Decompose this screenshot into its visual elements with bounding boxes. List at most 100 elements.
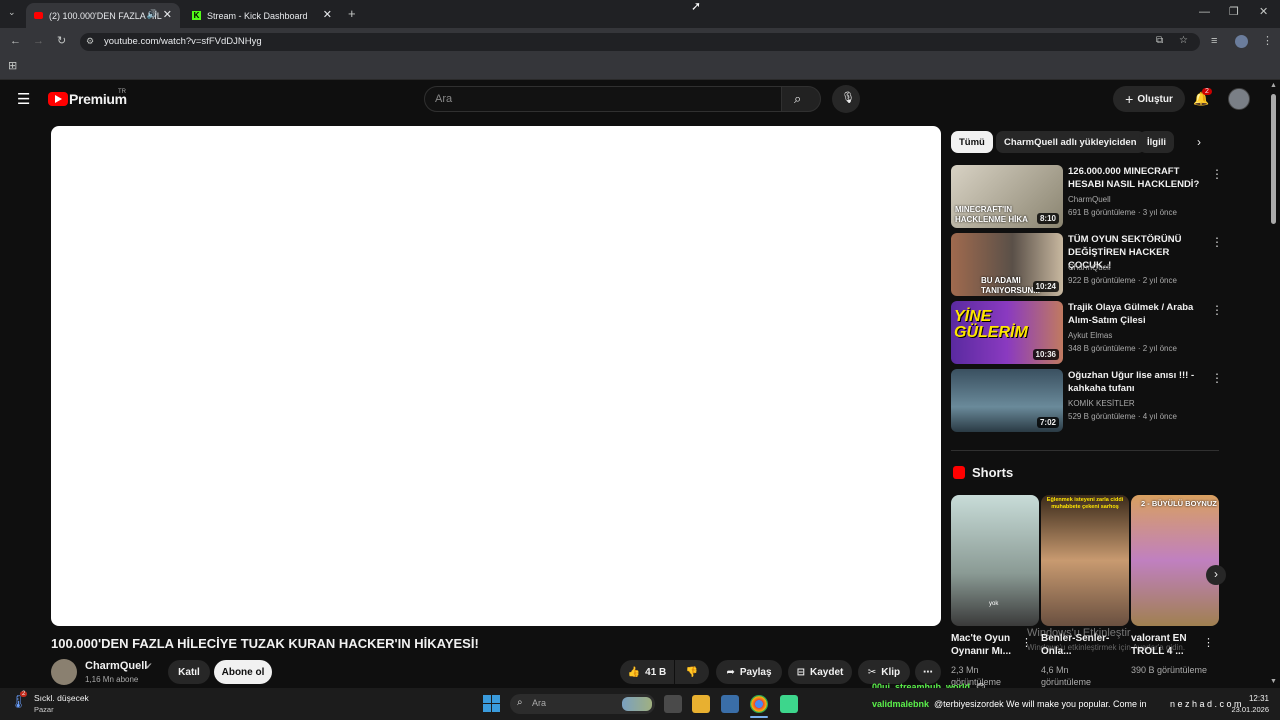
create-button[interactable]: + Oluştur [1113,86,1185,112]
video-title[interactable]: 126.000.000 MINECRAFT HESABI NASIL HACKL… [1068,165,1208,191]
create-label: Oluştur [1137,93,1173,105]
microphone-icon: 🎙 [841,92,855,104]
channel-avatar[interactable] [51,659,77,685]
notifications-button[interactable]: 🔔 2 [1193,88,1212,108]
start-button[interactable] [483,695,500,712]
youtube-logo[interactable]: Premium TR [48,89,198,109]
search-input[interactable]: Ara [424,86,782,112]
speaker-icon[interactable]: 🔊 [147,9,158,20]
voice-search-button[interactable]: 🎙 [832,85,860,113]
apps-grid-icon[interactable]: ⊞ [8,61,17,72]
more-vert-icon[interactable]: ⋮ [1211,303,1223,317]
video-player[interactable] [51,126,941,626]
maximize-icon[interactable]: ❐ [1229,7,1239,18]
forward-icon[interactable]: → [33,36,44,47]
subscribe-button[interactable]: Abone ol [214,660,272,684]
close-window-icon[interactable]: ✕ [1259,7,1268,18]
chip-label: CharmQuell adlı yükleyiciden [1004,136,1137,148]
tab-search-chevron-icon[interactable]: ⌄ [8,8,16,17]
video-title[interactable]: Trajik Olaya Gülmek / Araba Alım-Satım Ç… [1068,301,1208,327]
join-button[interactable]: Katıl [168,660,210,684]
profile-avatar[interactable] [1235,35,1248,48]
video-thumbnail[interactable]: MINECRAFT'IN HACKLENME HİKA 8:10 [951,165,1063,228]
minimize-icon[interactable]: — [1199,7,1210,18]
tab-youtube[interactable]: (2) 100.000'DEN FAZLA HİL 🔊 ✕ [26,3,180,28]
url-field[interactable]: ⚙ youtube.com/watch?v=sfFVdDJNHyg ⧉ ☆ [80,33,1200,51]
channel-name[interactable]: KOMİK KESİTLER [1068,399,1135,408]
verified-icon: ✔ [145,661,153,671]
chrome-icon[interactable] [750,695,768,713]
chevron-right-icon[interactable]: › [1197,135,1201,149]
back-icon[interactable]: ← [10,36,21,47]
bookmark-star-icon[interactable]: ☆ [1179,35,1188,46]
scroll-up-icon[interactable]: ▲ [1270,82,1277,89]
scrollbar-thumb[interactable] [1271,94,1276,224]
file-explorer-icon[interactable] [692,695,710,713]
save-button[interactable]: ⊟ Kaydet [788,660,852,684]
list-item[interactable]: BU ADAMI TANIYORSUN... 10:24 TÜM OYUN SE… [951,233,1223,297]
like-button[interactable]: 👍 41 B [620,660,674,684]
search-highlight-image [622,697,652,711]
app-icon[interactable] [780,695,798,713]
account-avatar[interactable] [1228,88,1250,110]
short-thumbnail[interactable]: Eğlenmek isteyeni zarla ciddi muhabbete … [1041,495,1129,626]
more-vert-icon[interactable]: ⋮ [1211,235,1223,249]
thumbnail-text: Eğlenmek isteyeni zarla ciddi muhabbete … [1046,497,1124,510]
notification-badge: 2 [1202,88,1212,95]
chat-username: validmalebnk [872,699,930,709]
clip-label: Klip [881,666,901,678]
search-icon: ⌕ [794,91,802,106]
short-title[interactable]: Mac'te Oyun Oynanır Mı... [951,632,1031,658]
save-label: Kaydet [810,666,844,678]
chip-related[interactable]: İlgili [1139,131,1174,153]
clip-button[interactable]: ✂ Klip [858,660,910,684]
menu-hamburger-icon[interactable]: ☰ [17,92,30,107]
channel-name[interactable]: CharmQuell [85,660,147,672]
clock-date[interactable]: 23.01.2026 [1224,705,1269,714]
taskbar-search[interactable]: ⌕ Ara [510,694,655,714]
clock-time[interactable]: 12:31 [1229,694,1269,703]
list-item[interactable]: YİNE GÜLERİM 10:36 Trajik Olaya Gülmek /… [951,301,1223,365]
video-title[interactable]: Oğuzhan Uğur lise anısı !!! - kahkaha tu… [1068,369,1208,395]
list-item[interactable]: MINECRAFT'IN HACKLENME HİKA 8:10 126.000… [951,165,1223,229]
install-app-icon[interactable]: ⧉ [1156,35,1163,46]
close-tab-icon[interactable]: ✕ [163,8,172,21]
new-tab-icon[interactable]: + [348,7,356,20]
video-meta: 691 B görüntüleme · 3 yıl önce [1068,208,1177,217]
share-button[interactable]: ➦ Paylaş [716,660,782,684]
tab-kick[interactable]: K Stream - Kick Dashboard ✕ [184,3,340,28]
scroll-down-icon[interactable]: ▼ [1270,678,1277,685]
channel-name[interactable]: Aykut Elmas [1068,331,1112,340]
thumbs-down-icon: 👎 [685,666,699,678]
more-vert-icon[interactable]: ⋮ [1211,371,1223,385]
video-meta: 529 B görüntüleme · 4 yıl önce [1068,412,1177,421]
site-info-icon[interactable]: ⚙ [86,36,94,47]
store-icon[interactable] [721,695,739,713]
shorts-next-button[interactable]: › [1206,565,1226,585]
dislike-button[interactable]: 👎 [675,660,709,684]
reading-list-icon[interactable]: ≡ [1211,36,1217,47]
more-actions-button[interactable]: ⋯ [915,660,941,684]
short-thumbnail[interactable]: yok [951,495,1039,626]
video-thumbnail[interactable]: BU ADAMI TANIYORSUN... 10:24 [951,233,1063,296]
more-vert-icon[interactable]: ⋮ [1211,167,1223,181]
url-text: youtube.com/watch?v=sfFVdDJNHyg [104,36,262,47]
bookmarks-bar [0,56,1280,80]
weather-widget[interactable]: 🌡 2 [10,691,28,711]
short-thumbnail[interactable]: 2 - BÜYÜLÜ BOYNUZ [1131,495,1219,626]
more-vert-icon[interactable]: ⋮ [1203,636,1214,649]
chip-all[interactable]: Tümü [951,131,993,153]
task-view-icon[interactable] [664,695,682,713]
video-thumbnail[interactable]: 7:02 [951,369,1063,432]
search-button[interactable]: ⌕ [781,86,821,112]
windows-logo-tile [483,704,491,712]
close-tab-icon[interactable]: ✕ [323,8,332,21]
channel-name[interactable]: CharmQuell [1068,195,1111,204]
channel-name[interactable]: CharmQuell [1068,263,1111,272]
list-item[interactable]: 7:02 Oğuzhan Uğur lise anısı !!! - kahka… [951,369,1223,433]
chip-uploader[interactable]: CharmQuell adlı yükleyiciden [996,131,1145,153]
browser-menu-icon[interactable]: ⋮ [1262,36,1273,47]
reload-icon[interactable]: ↻ [57,36,66,47]
video-thumbnail[interactable]: YİNE GÜLERİM 10:36 [951,301,1063,364]
kick-favicon-icon: K [192,11,201,20]
